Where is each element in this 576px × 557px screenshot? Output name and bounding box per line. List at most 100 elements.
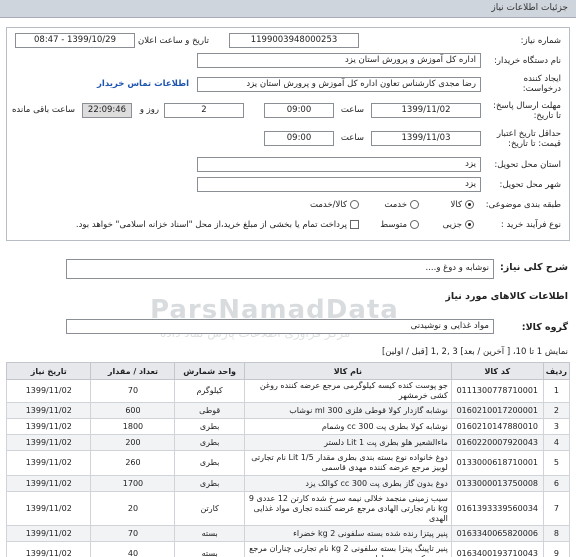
cell-qty: 260	[90, 450, 176, 476]
cell-code: 0160210017200001	[450, 402, 544, 419]
page-title: جزئیات اطلاعات نیاز	[491, 3, 568, 13]
table-row[interactable]: 2 0160210017200001 نوشابه گازدار کولا قوطی…	[5, 402, 571, 419]
table-row[interactable]: 1 0111300778710001 جو پوست کنده کیسه کیلوگ…	[5, 379, 571, 403]
cell-date: 1399/11/02	[5, 434, 92, 451]
cell-date: 1399/11/02	[5, 475, 92, 492]
cell-row-number: 8	[542, 525, 571, 542]
treasury-note: پرداخت تمام یا بخشی از مبلغ خرید،از محل …	[75, 220, 347, 230]
deadline-time-label: ساعت	[340, 105, 364, 115]
cell-name: پنیر پیتزا رنده شده بسته سلفونی 2 kg خضر…	[243, 525, 452, 542]
row-deadline: مهلت ارسال پاسخ: تا تاریخ: 1399/11/02 سا…	[7, 99, 569, 125]
row-city: شهر محل تحویل: یزد	[7, 177, 569, 195]
col-unit-header: واحد شمارش	[174, 362, 245, 380]
cell-qty: 200	[90, 434, 176, 451]
table-row[interactable]: 8 0163340065820006 پنیر پیتزا رنده شده بست…	[5, 525, 571, 542]
cell-code: 0161393339560034	[450, 491, 544, 526]
cell-qty: 70	[90, 525, 176, 542]
cell-qty: 70	[90, 379, 176, 403]
need-number-field: 1199003948000253	[229, 33, 359, 48]
cell-name: سیب زمینی منجمد خلالی نیمه سرخ شده کارتن…	[243, 491, 452, 526]
validity-date-field: 1399/11/03	[371, 131, 481, 146]
city-field: یزد	[197, 177, 481, 192]
table-row[interactable]: 9 0163400193710043 پنیر تاپینگ پیتزا بسته …	[5, 541, 571, 557]
cell-row-number: 7	[542, 491, 571, 526]
cell-name: ماءالشعیر هلو بطری پت 1 Lit دلستر	[243, 434, 452, 451]
buyer-contact-link[interactable]: اطلاعات تماس خریدار	[97, 79, 189, 89]
summary-label: شرح کلی نیاز:	[499, 262, 568, 273]
validity-time-field: 09:00	[264, 131, 334, 146]
cell-unit: قوطی	[174, 402, 245, 419]
checkbox-icon[interactable]	[350, 220, 359, 229]
category-option-goods[interactable]: کالا	[451, 200, 474, 210]
radio-icon[interactable]	[410, 200, 419, 209]
cell-date: 1399/11/02	[5, 402, 92, 419]
radio-selected-icon[interactable]	[465, 200, 474, 209]
cell-row-number: 9	[542, 541, 571, 557]
cell-unit: بسته	[174, 541, 245, 557]
cell-code: 0160210147880010	[450, 418, 544, 435]
table-row[interactable]: 7 0161393339560034 سیب زمینی منجمد خلالی ن…	[5, 491, 571, 526]
need-number-label: شماره نیاز:	[520, 36, 561, 46]
table-row[interactable]: 6 0133000013750008 دوغ بدون گاز بطری پت 30…	[5, 475, 571, 492]
cell-row-number: 3	[542, 418, 571, 435]
table-row[interactable]: 5 0133000618710001 دوغ خانواده نوع بسته بن…	[5, 450, 571, 476]
cell-date: 1399/11/02	[5, 541, 92, 557]
cell-name: دوغ خانواده نوع بسته بندی بطری مقدار Lit…	[243, 450, 452, 476]
cell-name: نوشابه گازدار کولا قوطی فلزی 300 ml نوشا…	[243, 402, 452, 419]
col-name-header: نام کالا	[243, 362, 452, 380]
cell-row-number: 2	[542, 402, 571, 419]
row-need-number: شماره نیاز: 1199003948000253 تاریخ و ساع…	[7, 33, 569, 51]
cell-unit: بطری	[174, 434, 245, 451]
cell-row-number: 1	[542, 379, 571, 403]
cell-name: جو پوست کنده کیسه کیلوگرمی مرجع عرضه کنن…	[243, 379, 452, 403]
process-label: نوع فرآیند خرید :	[500, 220, 561, 230]
remaining-time-field: 22:09:46	[82, 103, 132, 118]
province-label: استان محل تحویل:	[494, 160, 561, 170]
category-option-goods-service[interactable]: کالا/خدمت	[310, 200, 359, 210]
cell-unit: بسته	[174, 525, 245, 542]
category-label: طبقه بندی موضوعی:	[485, 200, 561, 210]
deadline-label: مهلت ارسال پاسخ: تا تاریخ:	[493, 101, 561, 121]
process-option-medium[interactable]: متوسط	[380, 220, 419, 230]
table-row[interactable]: 4 0160220007920043 ماءالشعیر هلو بطری پت 1…	[5, 434, 571, 451]
group-field: مواد غذایی و نوشیدنی	[66, 319, 494, 334]
pagination[interactable]: نمایش 1 تا 10، [ آخرین / بعد] 3 ,2 ,1 [ق…	[382, 347, 568, 357]
radio-icon[interactable]	[350, 200, 359, 209]
title-bar: جزئیات اطلاعات نیاز	[0, 0, 576, 18]
cell-code: 0111300778710001	[450, 379, 544, 403]
cell-code: 0160220007920043	[450, 434, 544, 451]
province-field: یزد	[197, 157, 481, 172]
announce-field: 1399/10/29 - 08:47	[15, 33, 135, 48]
table-row[interactable]: 3 0160210147880010 نوشابه کولا بطری پت 300…	[5, 418, 571, 435]
cell-date: 1399/11/02	[5, 491, 92, 526]
creator-field: رضا مجدی کارشناس تعاون اداره کل آموزش و …	[197, 77, 481, 92]
details-panel: شماره نیاز: 1199003948000253 تاریخ و ساع…	[6, 27, 570, 241]
row-process: نوع فرآیند خرید : جزیی متوسط پرداخت تمام…	[7, 217, 569, 235]
cell-date: 1399/11/02	[5, 418, 92, 435]
cell-qty: 1700	[90, 475, 176, 492]
cell-row-number: 4	[542, 434, 571, 451]
treasury-checkbox-row[interactable]: پرداخت تمام یا بخشی از مبلغ خرید،از محل …	[76, 220, 359, 230]
radio-selected-icon[interactable]	[465, 220, 474, 229]
cell-row-number: 6	[542, 475, 571, 492]
cell-unit: بطری	[174, 475, 245, 492]
cell-qty: 1800	[90, 418, 176, 435]
cell-code: 0133000618710001	[450, 450, 544, 476]
cell-code: 0163340065820006	[450, 525, 544, 542]
cell-qty: 20	[90, 491, 176, 526]
group-label: گروه کالا:	[521, 322, 568, 333]
col-row-header: ردیف	[542, 362, 571, 380]
buyer-org-label: نام دستگاه خریدار:	[494, 56, 561, 66]
goods-table: ردیف کد کالا نام کالا واحد شمارش تعداد /…	[5, 362, 571, 557]
category-option-service[interactable]: خدمت	[384, 200, 419, 210]
days-label: روز و	[139, 105, 159, 115]
city-label: شهر محل تحویل:	[499, 180, 561, 190]
deadline-time-field: 09:00	[264, 103, 334, 118]
cell-name: دوغ بدون گاز بطری پت 300 cc کوالک یزد	[243, 475, 452, 492]
cell-name: نوشابه کولا بطری پت 300 cc وشمام	[243, 418, 452, 435]
goods-section-header: اطلاعات کالاهای مورد نیاز	[445, 291, 568, 302]
cell-name: پنیر تاپینگ پیتزا بسته سلفونی 2 kg نام ت…	[243, 541, 452, 557]
process-option-minor[interactable]: جزیی	[443, 220, 474, 230]
row-creator: ایجاد کننده درخواست: رضا مجدی کارشناس تع…	[7, 72, 569, 98]
radio-icon[interactable]	[410, 220, 419, 229]
